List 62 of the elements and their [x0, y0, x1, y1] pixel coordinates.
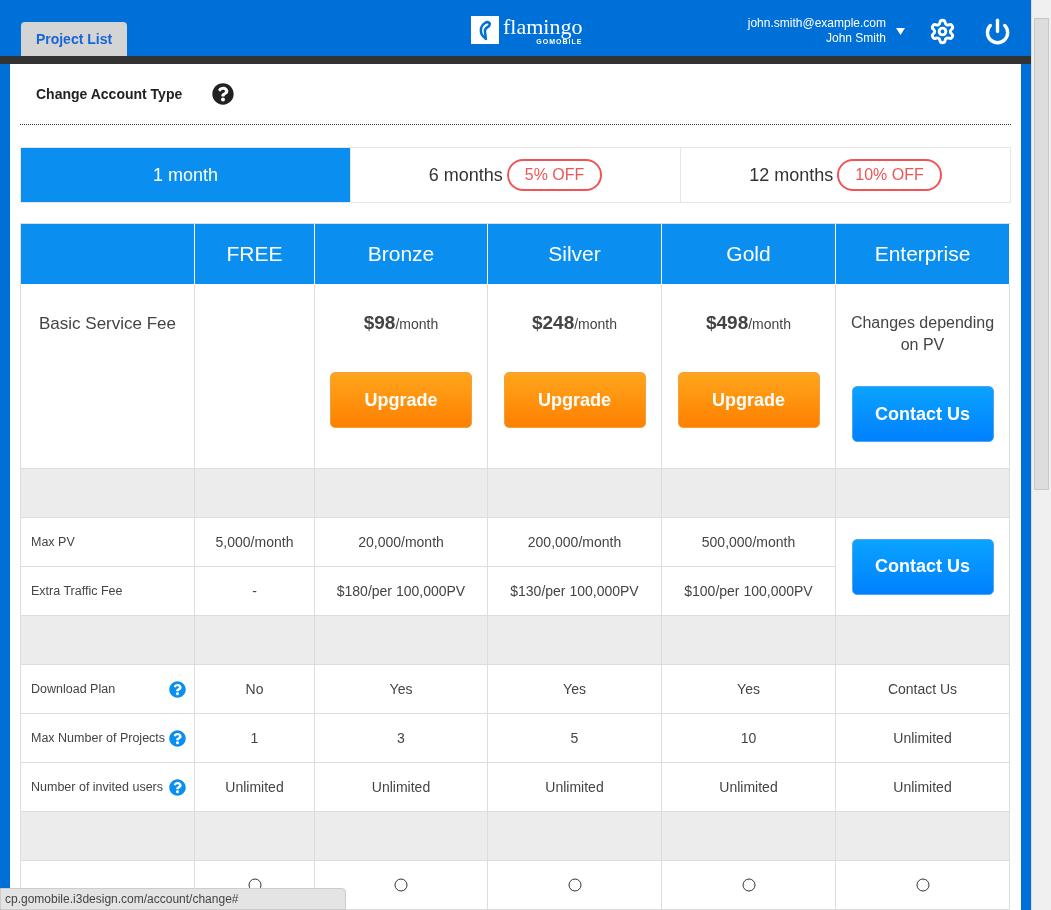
- contact-button[interactable]: Contact Us: [851, 386, 994, 442]
- scrollbar-thumb[interactable]: [1034, 18, 1049, 490]
- table-cell: 5: [488, 714, 662, 763]
- circle-icon: [567, 878, 582, 892]
- fee-note: Changes depending on PV: [849, 313, 996, 355]
- row-label: Max Number of Projects: [31, 731, 166, 745]
- status-bar-url: cp.gomobile.i3design.com/account/change#: [0, 888, 346, 910]
- row-label: Number of invited users: [31, 780, 163, 794]
- user-name: John Smith: [826, 31, 886, 46]
- circle-icon: [741, 878, 756, 892]
- row-label: Max PV: [31, 535, 75, 549]
- flamingo-logo-icon: [471, 16, 499, 44]
- period-tab[interactable]: 1 month: [21, 148, 350, 202]
- table-cell: Yes: [488, 665, 662, 714]
- table-cell: 10: [662, 714, 836, 763]
- plan-header: Silver: [488, 224, 662, 284]
- plan-header: FREE: [195, 224, 315, 284]
- upgrade-button[interactable]: Upgrade: [503, 372, 646, 428]
- table-cell: 20,000/month: [315, 518, 488, 567]
- power-icon[interactable]: [984, 17, 1011, 45]
- table-cell: Unlimited: [488, 763, 662, 812]
- project-list-tab[interactable]: Project List: [21, 22, 127, 57]
- circle-icon: [394, 878, 408, 892]
- price: $498/month: [705, 312, 792, 334]
- upgrade-button[interactable]: Upgrade: [330, 372, 472, 428]
- contact-button[interactable]: Contact Us: [851, 538, 994, 595]
- plan-header: Gold: [662, 224, 836, 284]
- discount-badge: 5% OFF: [506, 159, 603, 191]
- table-cell: Unlimited: [195, 763, 315, 812]
- table-cell: Yes: [662, 665, 836, 714]
- price: $248/month: [531, 312, 618, 334]
- table-cell: Unlimited: [836, 763, 1010, 812]
- discount-badge: 10% OFF: [837, 159, 942, 191]
- table-cell: 1: [195, 714, 315, 763]
- table-cell: Unlimited: [662, 763, 836, 812]
- row-label: Basic Service Fee: [39, 313, 176, 334]
- table-cell: 3: [315, 714, 488, 763]
- table-cell: -: [195, 567, 315, 616]
- table-cell: $100/per 100,000PV: [662, 567, 836, 616]
- table-cell: Yes: [315, 665, 488, 714]
- user-email: john.smith@example.com: [747, 16, 886, 31]
- plan-header: Bronze: [315, 224, 488, 284]
- table-cell: $130/per 100,000PV: [488, 567, 662, 616]
- row-label: Extra Traffic Fee: [31, 584, 123, 598]
- price: $98/month: [363, 312, 439, 334]
- row-label: Download Plan: [31, 682, 116, 696]
- table-cell: $180/per 100,000PV: [315, 567, 488, 616]
- table-cell: 200,000/month: [488, 518, 662, 567]
- table-cell: No: [195, 665, 315, 714]
- caret-icon[interactable]: [896, 27, 905, 35]
- page-title: Change Account Type: [36, 86, 183, 102]
- circle-icon: [915, 878, 930, 892]
- plan-header: Enterprise: [836, 224, 1010, 284]
- settings-icon[interactable]: [929, 17, 956, 45]
- table-cell: 5,000/month: [195, 518, 315, 567]
- table-cell: Contact Us: [836, 665, 1010, 714]
- help-icon[interactable]: [212, 83, 235, 105]
- table-cell: 500,000/month: [662, 518, 836, 567]
- table-cell: Unlimited: [315, 763, 488, 812]
- upgrade-button[interactable]: Upgrade: [677, 372, 820, 428]
- table-cell: Unlimited: [836, 714, 1010, 763]
- logo-name: flamingo: [503, 16, 583, 38]
